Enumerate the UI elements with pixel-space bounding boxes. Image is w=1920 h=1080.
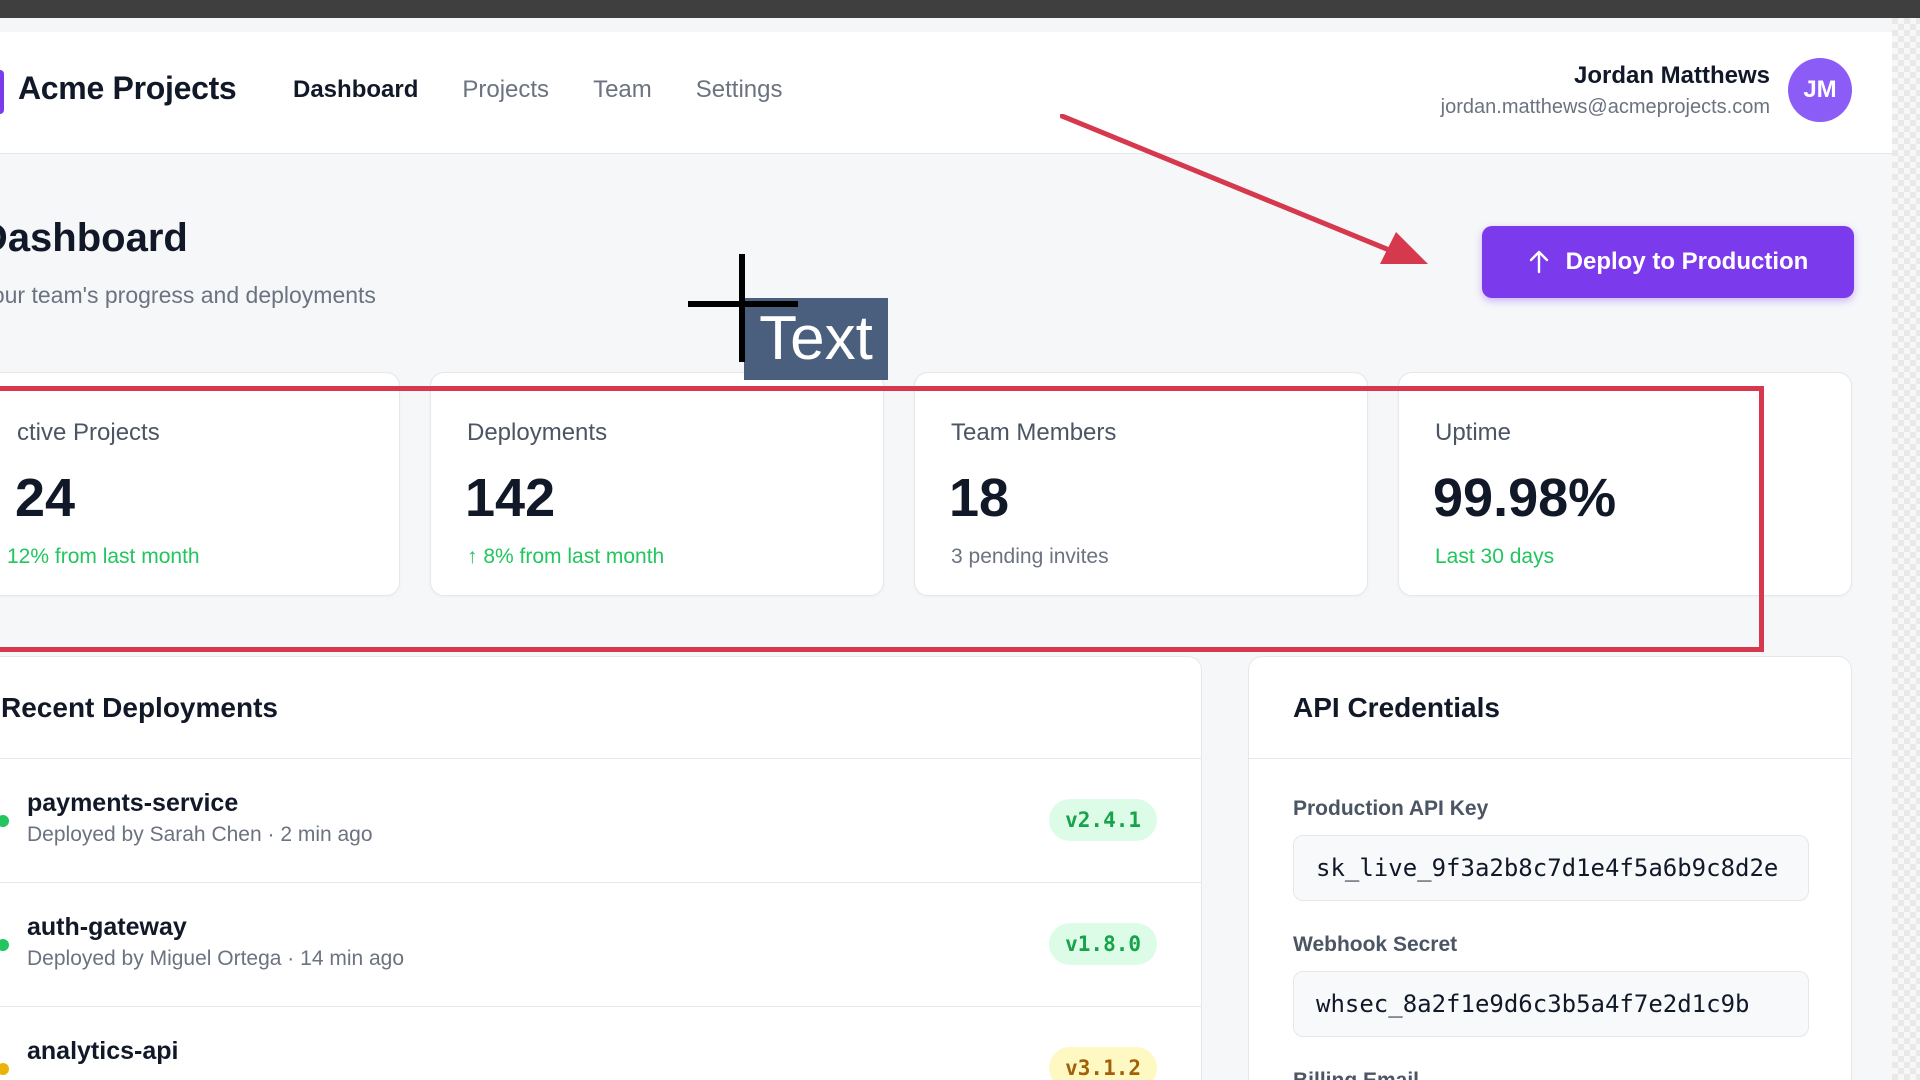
stat-card-uptime: Uptime 99.98% Last 30 days: [1398, 372, 1852, 596]
stat-card-team-members: Team Members 18 3 pending invites: [914, 372, 1368, 596]
stat-card-active-projects: ctive Projects 24 12% from last month: [0, 372, 400, 596]
stat-card-deployments: Deployments 142 ↑ 8% from last month: [430, 372, 884, 596]
user-name: Jordan Matthews: [1573, 62, 1770, 89]
status-dot: [0, 1063, 9, 1075]
nav-item-settings[interactable]: Settings: [696, 76, 783, 104]
stat-label: Deployments: [467, 419, 608, 446]
stat-label: ctive Projects: [17, 419, 160, 446]
table-row[interactable]: auth-gateway Deployed by Miguel Ortega ·…: [0, 883, 1201, 1007]
status-dot: [0, 939, 9, 951]
arrow-up-icon: [1529, 250, 1548, 274]
logo-icon: [0, 70, 4, 114]
main-nav: Dashboard Projects Team Settings: [293, 76, 826, 104]
stat-note: Last 30 days: [1435, 545, 1555, 568]
version-badge: v2.4.1: [1049, 799, 1157, 841]
window-top-strip: [0, 0, 1920, 18]
user-info: Jordan Matthews jordan.matthews@acmeproj…: [1441, 62, 1770, 119]
stat-note: ↑ 8% from last month: [467, 545, 665, 568]
stat-note: 3 pending invites: [951, 545, 1109, 568]
top-header: Acme Projects Dashboard Projects Team Se…: [0, 32, 1892, 154]
stat-label: Team Members: [951, 419, 1117, 446]
deployment-meta: Deployed by Miguel Ortega · 14 min ago: [27, 947, 405, 970]
api-key-label: Production API Key: [1293, 797, 1489, 820]
deployment-meta: Deployed by Sarah Chen · 2 min ago: [27, 823, 373, 846]
window-right-edge: [1892, 18, 1920, 1080]
webhook-secret-label: Webhook Secret: [1293, 933, 1458, 956]
stat-note: 12% from last month: [7, 545, 200, 568]
version-badge: v1.8.0: [1049, 923, 1157, 965]
nav-item-projects[interactable]: Projects: [462, 76, 549, 104]
panel-title: API Credentials: [1249, 657, 1851, 759]
page-subtitle: itor your team's progress and deployment…: [0, 282, 376, 308]
stat-value: 99.98%: [1433, 468, 1617, 528]
deploy-to-production-button[interactable]: Deploy to Production: [1482, 226, 1854, 298]
table-row[interactable]: analytics-api v3.1.2: [0, 1007, 1201, 1080]
avatar[interactable]: JM: [1788, 58, 1852, 122]
recent-deployments-panel: Recent Deployments payments-service Depl…: [0, 656, 1202, 1080]
stat-value: 18: [949, 468, 1010, 528]
deploy-button-label: Deploy to Production: [1565, 248, 1809, 275]
billing-email-label: Billing Email: [1293, 1069, 1419, 1080]
stat-label: Uptime: [1435, 419, 1512, 446]
app-name: Acme Projects: [18, 70, 237, 106]
stat-value: 142: [465, 468, 556, 528]
deployment-name: analytics-api: [27, 1037, 179, 1065]
table-row[interactable]: payments-service Deployed by Sarah Chen …: [0, 759, 1201, 883]
nav-item-team[interactable]: Team: [593, 76, 652, 104]
api-credentials-panel: API Credentials Production API Key sk_li…: [1248, 656, 1852, 1080]
deployment-name: payments-service: [27, 789, 239, 817]
page-title: am Dashboard: [0, 216, 188, 260]
annotation-text-label: Text: [744, 298, 888, 380]
webhook-secret-field[interactable]: whsec_8a2f1e9d6c3b5a4f7e2d1c9b: [1293, 971, 1809, 1037]
panel-title: Recent Deployments: [0, 657, 1201, 759]
app-window: Acme Projects Dashboard Projects Team Se…: [0, 32, 1892, 1080]
version-badge: v3.1.2: [1049, 1047, 1157, 1080]
deployment-name: auth-gateway: [27, 913, 187, 941]
user-email: jordan.matthews@acmeprojects.com: [1440, 96, 1770, 118]
stat-value: 24: [15, 468, 76, 528]
nav-item-dashboard[interactable]: Dashboard: [293, 76, 418, 104]
api-key-field[interactable]: sk_live_9f3a2b8c7d1e4f5a6b9c8d2e: [1293, 835, 1809, 901]
status-dot: [0, 815, 9, 827]
